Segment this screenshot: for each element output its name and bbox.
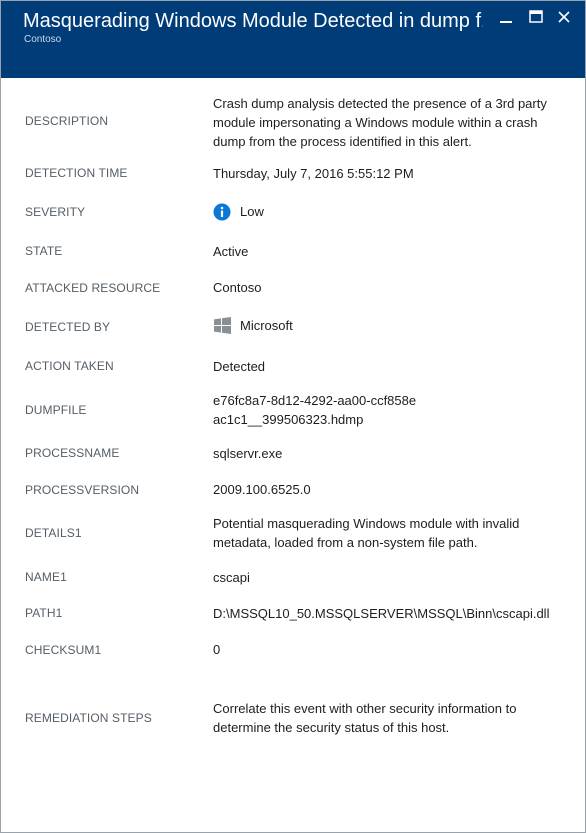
windows-logo-icon	[213, 317, 231, 335]
processname-label: PROCESSNAME	[25, 446, 120, 460]
dumpfile-label: DUMPFILE	[25, 403, 87, 417]
name1-label: NAME1	[25, 570, 67, 584]
minimize-button[interactable]	[495, 7, 517, 27]
details1-label: DETAILS1	[25, 526, 82, 540]
blade-subtitle: Contoso	[24, 34, 62, 45]
detection-time-label: DETECTION TIME	[25, 166, 128, 180]
action-taken-label: ACTION TAKEN	[25, 359, 114, 373]
checksum1-value: 0	[213, 642, 221, 657]
processname-value: sqlservr.exe	[213, 446, 283, 461]
detected-by-value: Microsoft	[213, 316, 563, 335]
processversion-value: 2009.100.6525.0	[213, 482, 311, 497]
maximize-button[interactable]	[525, 7, 547, 27]
severity-label: SEVERITY	[25, 205, 86, 219]
remediation-steps-value: Correlate this event with other security…	[213, 701, 517, 735]
checksum1-label: CHECKSUM1	[25, 643, 102, 657]
detection-time-value: Thursday, July 7, 2016 5:55:12 PM	[213, 166, 414, 181]
state-label: STATE	[25, 244, 63, 258]
blade-title: Masquerading Windows Module Detected in …	[23, 10, 483, 32]
action-taken-value: Detected	[213, 359, 266, 374]
close-button[interactable]	[553, 7, 575, 27]
minimize-icon	[500, 21, 512, 23]
attacked-resource-label: ATTACKED RESOURCE	[25, 281, 161, 295]
maximize-icon	[529, 10, 543, 23]
path1-value: D:\MSSQL10_50.MSSQLSERVER\MSSQL\Binn\csc…	[213, 606, 550, 621]
detected-by-text: Microsoft	[240, 318, 293, 333]
blade-header: Masquerading Windows Module Detected in …	[1, 1, 585, 78]
alert-details-blade: Masquerading Windows Module Detected in …	[0, 0, 586, 833]
severity-value: Low	[213, 202, 563, 221]
state-value: Active	[213, 244, 249, 259]
description-value: Crash dump analysis detected the presenc…	[213, 96, 547, 149]
processversion-label: PROCESSVERSION	[25, 483, 140, 497]
path1-label: PATH1	[25, 606, 63, 620]
severity-text: Low	[240, 204, 264, 219]
info-icon	[213, 203, 231, 221]
remediation-steps-label: REMEDIATION STEPS	[25, 711, 152, 725]
attacked-resource-value: Contoso	[213, 280, 262, 295]
details1-value: Potential masquerading Windows module wi…	[213, 516, 520, 550]
description-label: DESCRIPTION	[25, 114, 109, 128]
name1-value: cscapi	[213, 570, 250, 585]
detected-by-label: DETECTED BY	[25, 320, 111, 334]
close-icon	[558, 11, 570, 23]
dumpfile-value: e76fc8a7-8d12-4292-aa00-ccf858eac1c1__39…	[213, 393, 417, 427]
